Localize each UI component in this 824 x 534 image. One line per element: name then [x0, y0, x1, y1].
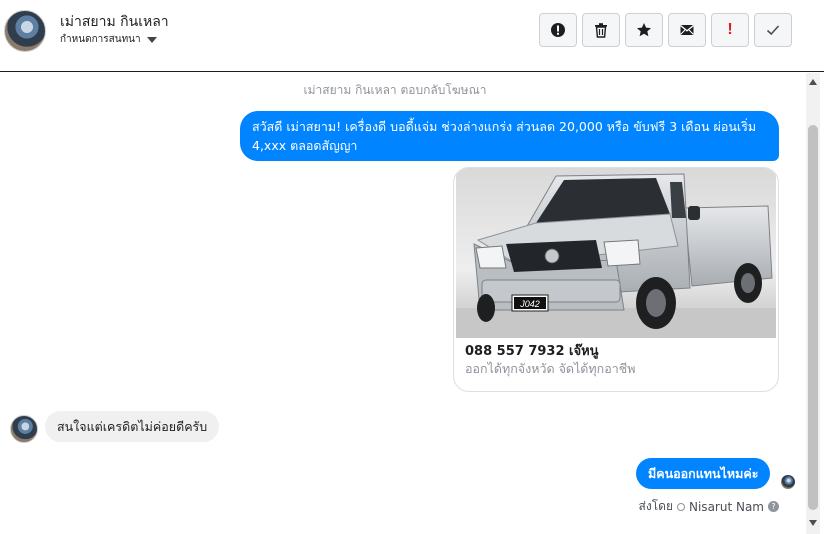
question-icon[interactable]: ?: [768, 501, 779, 512]
conversation-settings-dropdown[interactable]: กำหนดการสนทนา: [60, 32, 157, 47]
star-button[interactable]: [625, 13, 663, 47]
contact-name[interactable]: เม่าสยาม กินเหลา: [60, 11, 169, 33]
chevron-down-icon: [146, 36, 157, 43]
ad-card[interactable]: J042 088 557 7932 เจ๊หนู ออกได้ทุกจังหวั…: [453, 167, 779, 392]
delete-button[interactable]: [582, 13, 620, 47]
star-icon: [637, 23, 651, 37]
sender-name[interactable]: Nisarut Nam: [689, 500, 764, 514]
exclamation-circle-icon: [551, 23, 565, 37]
conversation-toolbar: !: [539, 13, 792, 47]
done-button[interactable]: [754, 13, 792, 47]
license-plate-text: J042: [519, 299, 540, 309]
ad-card-title: 088 557 7932 เจ๊หนู: [465, 344, 599, 359]
sent-by-info: ส่งโดย Nisarut Nam ?: [639, 497, 779, 516]
report-button[interactable]: [539, 13, 577, 47]
contact-avatar-small[interactable]: [10, 415, 38, 443]
conversation-settings-label: กำหนดการสนทนา: [60, 34, 141, 45]
conversation-header: เม่าสยาม กินเหลา กำหนดการสนทนา !: [0, 0, 824, 72]
trash-icon: [595, 23, 607, 38]
envelope-icon: [680, 24, 694, 35]
outgoing-message: มีคนออกแทนไหมค่ะ: [636, 458, 771, 489]
ad-card-subtitle: ออกได้ทุกจังหวัด จัดได้ทุกอาชีพ: [465, 361, 636, 376]
scroll-down-arrow-icon[interactable]: [809, 520, 817, 526]
contact-avatar[interactable]: [4, 10, 46, 52]
mark-unread-button[interactable]: [668, 13, 706, 47]
seen-indicator-avatar: [781, 475, 795, 489]
exclamation-icon: !: [727, 21, 733, 38]
outgoing-ad-message: สวัสดี เม่าสยาม! เครื่องดี บอดี้แจ่ม ช่ว…: [240, 111, 779, 161]
scroll-thumb[interactable]: [808, 125, 818, 510]
check-icon: [766, 25, 780, 36]
truck-image: J042: [456, 168, 776, 338]
spam-button[interactable]: !: [711, 13, 749, 47]
message-scrollbar[interactable]: [806, 73, 820, 534]
ad-reply-note: เม่าสยาม กินเหลา ตอบกลับโฆษณา: [303, 83, 487, 97]
incoming-message: สนใจแต่เครดิตไม่ค่อยดีครับ: [45, 411, 220, 442]
sent-by-label: ส่งโดย: [638, 499, 673, 513]
admin-dot-icon: [677, 502, 685, 511]
scroll-up-arrow-icon[interactable]: [809, 79, 817, 85]
